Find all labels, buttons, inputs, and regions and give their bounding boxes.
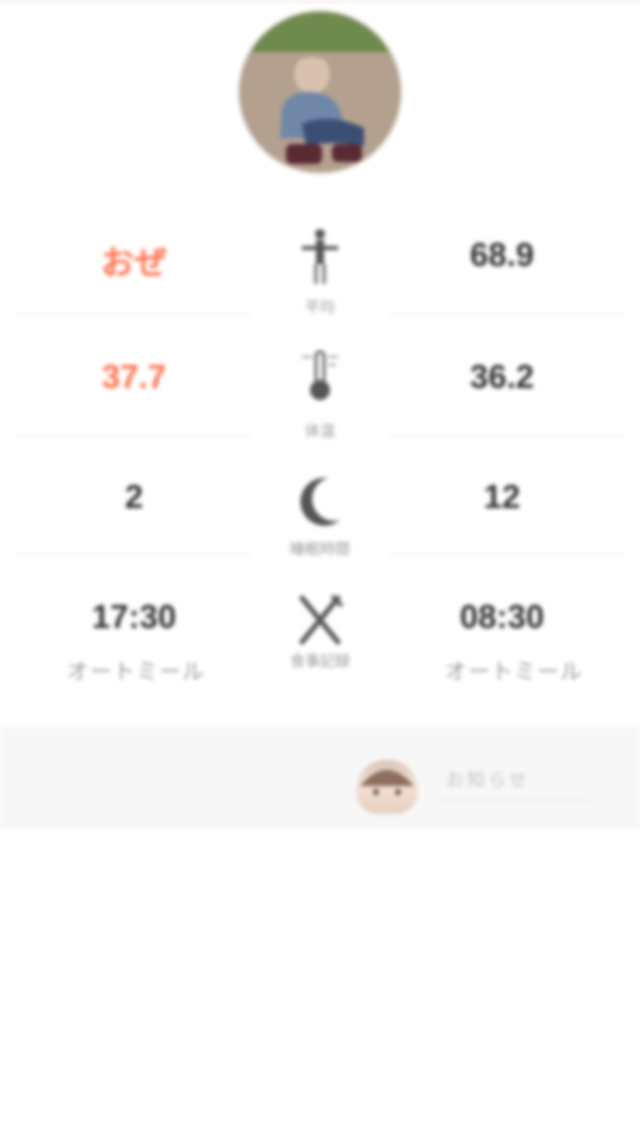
row-divider bbox=[16, 436, 252, 437]
row-divider bbox=[388, 314, 624, 315]
meal-label: 食事記録 bbox=[289, 653, 350, 670]
weight-right-value: 68.9 bbox=[469, 236, 535, 273]
temperature-left-value: 37.7 bbox=[101, 358, 167, 395]
meal-right-item: オートミール bbox=[444, 659, 583, 684]
meal-left-item: オートミール bbox=[66, 659, 205, 684]
chat-message[interactable]: お知らせ bbox=[446, 766, 586, 792]
cartoon-face-icon bbox=[360, 770, 414, 795]
sleep-left-value: 2 bbox=[124, 478, 144, 515]
sleep-right-value: 12 bbox=[483, 478, 521, 515]
row-divider bbox=[16, 554, 252, 555]
weight-label: 平均 bbox=[304, 299, 335, 316]
fork-knife-icon bbox=[299, 594, 344, 645]
sleep-label: 睡眠時間 bbox=[289, 541, 350, 558]
top-divider bbox=[0, 0, 640, 2]
row-divider bbox=[388, 554, 624, 555]
row-divider bbox=[388, 436, 624, 437]
chat-underline bbox=[440, 800, 590, 802]
moon-icon bbox=[300, 477, 340, 526]
person-icon bbox=[302, 229, 338, 284]
avatar-photo bbox=[240, 12, 400, 172]
weight-left-value: おぜ bbox=[101, 244, 167, 281]
meal-right-time: 08:30 bbox=[459, 598, 545, 635]
temperature-right-value: 36.2 bbox=[469, 358, 535, 395]
meal-left-time: 17:30 bbox=[91, 598, 177, 635]
chat-avatar[interactable] bbox=[356, 760, 418, 814]
thermometer-icon bbox=[302, 350, 338, 400]
row-divider bbox=[16, 314, 252, 315]
profile-avatar[interactable] bbox=[240, 12, 400, 172]
temperature-label: 体温 bbox=[304, 423, 335, 440]
